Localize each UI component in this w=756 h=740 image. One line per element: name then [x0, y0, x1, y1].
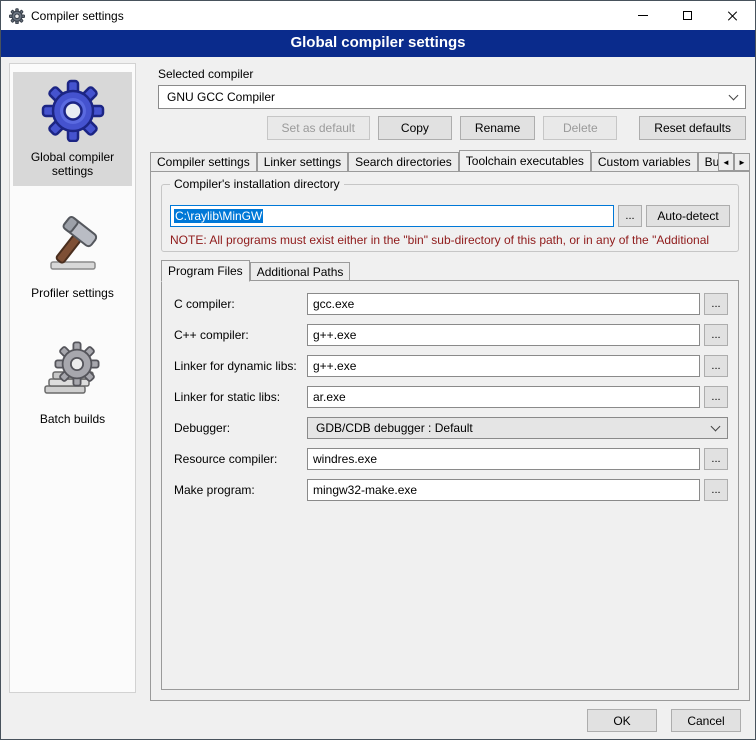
tab-search-directories[interactable]: Search directories — [348, 152, 459, 171]
program-subtabbar: Program Files Additional Paths — [161, 260, 350, 281]
form-row-cpp-compiler: C++ compiler: ... — [174, 324, 728, 346]
installation-directory-label: Compiler's installation directory — [170, 177, 344, 191]
bin-subdirectory-note: NOTE: All programs must exist either in … — [170, 233, 738, 247]
sidebar-item-label: Batch builds — [15, 412, 130, 426]
tab-linker-settings[interactable]: Linker settings — [257, 152, 348, 171]
delete-button: Delete — [543, 116, 617, 140]
tab-scroll-right-button[interactable]: ► — [734, 153, 750, 171]
page-title: Global compiler settings — [1, 30, 755, 57]
selected-compiler-label: Selected compiler — [158, 67, 253, 81]
toolchain-executables-panel: Compiler's installation directory C:\ray… — [150, 171, 750, 701]
window-controls — [620, 1, 755, 30]
gear-blue-icon — [41, 78, 105, 142]
maximize-button[interactable] — [665, 1, 710, 30]
main-panel: Selected compiler GNU GCC Compiler Set a… — [150, 63, 750, 701]
chevron-down-icon — [729, 90, 739, 100]
dynamic-linker-input[interactable] — [307, 355, 700, 377]
ok-button[interactable]: OK — [587, 709, 657, 732]
compiler-settings-dialog: Compiler settings Global compiler settin… — [0, 0, 756, 740]
maximize-icon — [683, 11, 692, 20]
cancel-button[interactable]: Cancel — [671, 709, 741, 732]
tab-compiler-settings[interactable]: Compiler settings — [150, 152, 257, 171]
field-label: C++ compiler: — [174, 328, 307, 342]
sidebar-item-label: Global compiler settings — [15, 150, 130, 178]
program-files-panel: C compiler: ... C++ compiler: ... — [161, 280, 739, 690]
tab-toolchain-executables[interactable]: Toolchain executables — [459, 150, 591, 171]
make-program-input[interactable] — [307, 479, 700, 501]
chevron-down-icon — [711, 421, 721, 431]
resource-compiler-browse-button[interactable]: ... — [704, 448, 728, 470]
dynamic-linker-browse-button[interactable]: ... — [704, 355, 728, 377]
sidebar-item-batch-builds[interactable]: Batch builds — [13, 334, 132, 434]
field-label: Linker for dynamic libs: — [174, 359, 307, 373]
close-icon — [727, 10, 738, 21]
make-program-browse-button[interactable]: ... — [704, 479, 728, 501]
minimize-icon — [638, 15, 648, 16]
subtab-program-files[interactable]: Program Files — [161, 260, 250, 282]
compiler-action-buttons: Set as default Copy Rename Delete Reset … — [158, 116, 746, 140]
gear-gray-icon — [41, 340, 105, 404]
compiler-select[interactable]: GNU GCC Compiler — [158, 85, 746, 109]
installation-directory-groupbox: Compiler's installation directory C:\ray… — [161, 184, 739, 252]
set-as-default-button: Set as default — [267, 116, 370, 140]
sidebar-item-global-compiler-settings[interactable]: Global compiler settings — [13, 72, 132, 186]
window-title: Compiler settings — [31, 9, 124, 23]
cpp-compiler-input[interactable] — [307, 324, 700, 346]
subtab-additional-paths[interactable]: Additional Paths — [250, 262, 351, 281]
field-label: C compiler: — [174, 297, 307, 311]
field-label: Debugger: — [174, 421, 307, 435]
minimize-button[interactable] — [620, 1, 665, 30]
arrow-left-icon: ◄ — [722, 158, 730, 167]
app-icon — [9, 8, 25, 24]
install-dir-selected-text: C:\raylib\MinGW — [174, 209, 263, 223]
auto-detect-button[interactable]: Auto-detect — [646, 205, 730, 227]
settings-tabbar: Compiler settings Linker settings Search… — [150, 149, 750, 171]
sidebar-item-profiler-settings[interactable]: Profiler settings — [13, 208, 132, 308]
form-row-static-linker: Linker for static libs: ... — [174, 386, 728, 408]
field-label: Make program: — [174, 483, 307, 497]
form-row-dynamic-linker: Linker for dynamic libs: ... — [174, 355, 728, 377]
hammer-icon — [41, 214, 105, 278]
debugger-select[interactable]: GDB/CDB debugger : Default — [307, 417, 728, 439]
cpp-compiler-browse-button[interactable]: ... — [704, 324, 728, 346]
tab-custom-variables[interactable]: Custom variables — [591, 152, 698, 171]
close-button[interactable] — [710, 1, 755, 30]
compiler-select-value: GNU GCC Compiler — [167, 90, 275, 104]
reset-defaults-button[interactable]: Reset defaults — [639, 116, 746, 140]
field-label: Resource compiler: — [174, 452, 307, 466]
install-dir-input[interactable]: C:\raylib\MinGW — [170, 205, 614, 227]
settings-category-sidebar: Global compiler settings Profiler settin… — [9, 63, 136, 693]
sidebar-item-label: Profiler settings — [15, 286, 130, 300]
c-compiler-browse-button[interactable]: ... — [704, 293, 728, 315]
static-linker-browse-button[interactable]: ... — [704, 386, 728, 408]
form-row-c-compiler: C compiler: ... — [174, 293, 728, 315]
copy-button[interactable]: Copy — [378, 116, 452, 140]
toolchain-form: C compiler: ... C++ compiler: ... — [174, 293, 728, 510]
tab-scroll-buttons: ◄ ► — [718, 153, 750, 171]
static-linker-input[interactable] — [307, 386, 700, 408]
field-label: Linker for static libs: — [174, 390, 307, 404]
form-row-debugger: Debugger: GDB/CDB debugger : Default — [174, 417, 728, 439]
resource-compiler-input[interactable] — [307, 448, 700, 470]
tab-scroll-left-button[interactable]: ◄ — [718, 153, 734, 171]
c-compiler-input[interactable] — [307, 293, 700, 315]
debugger-select-value: GDB/CDB debugger : Default — [316, 421, 473, 435]
titlebar: Compiler settings — [1, 1, 755, 30]
arrow-right-icon: ► — [738, 158, 746, 167]
install-dir-browse-button[interactable]: ... — [618, 205, 642, 227]
form-row-make-program: Make program: ... — [174, 479, 728, 501]
form-row-resource-compiler: Resource compiler: ... — [174, 448, 728, 470]
rename-button[interactable]: Rename — [460, 116, 535, 140]
